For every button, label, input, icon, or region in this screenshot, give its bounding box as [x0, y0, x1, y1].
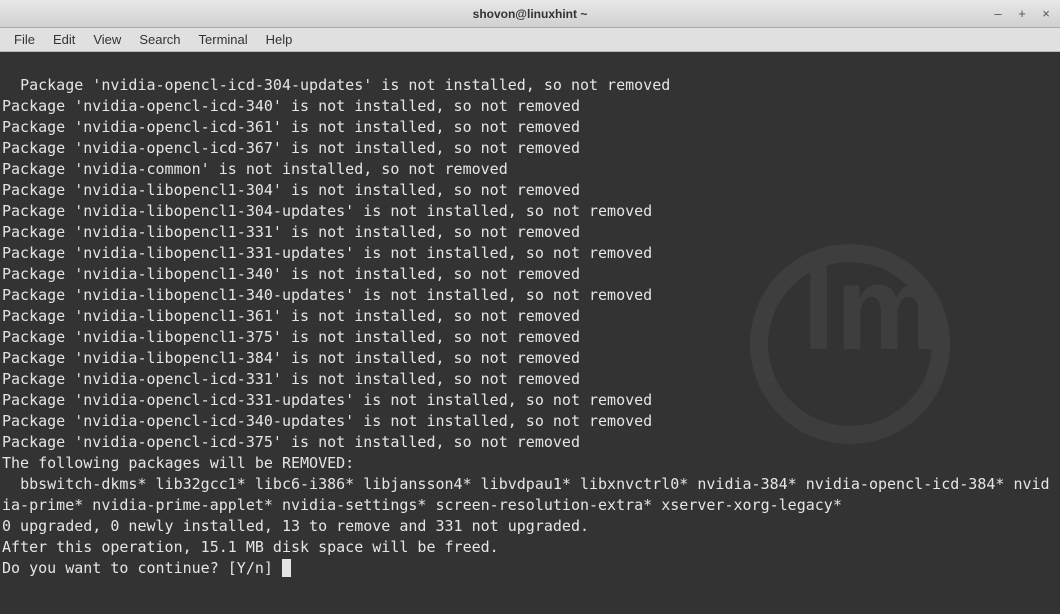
terminal-line: Package 'nvidia-libopencl1-304' is not i… — [2, 181, 580, 199]
menu-help[interactable]: Help — [258, 30, 301, 49]
terminal-output[interactable]: lm Package 'nvidia-opencl-icd-304-update… — [0, 52, 1060, 614]
terminal-line: Package 'nvidia-opencl-icd-331' is not i… — [2, 370, 580, 388]
terminal-line: Package 'nvidia-libopencl1-331' is not i… — [2, 223, 580, 241]
terminal-line: Package 'nvidia-opencl-icd-375' is not i… — [2, 433, 580, 451]
terminal-line: bbswitch-dkms* lib32gcc1* libc6-i386* li… — [2, 475, 1050, 514]
terminal-line: Package 'nvidia-opencl-icd-340' is not i… — [2, 97, 580, 115]
background-logo: lm — [750, 202, 950, 402]
menu-edit[interactable]: Edit — [45, 30, 83, 49]
terminal-line: Package 'nvidia-opencl-icd-367' is not i… — [2, 139, 580, 157]
menubar: File Edit View Search Terminal Help — [0, 28, 1060, 52]
maximize-button[interactable]: + — [1012, 4, 1032, 22]
window-controls: – + × — [988, 4, 1056, 22]
menu-view[interactable]: View — [85, 30, 129, 49]
terminal-line: Package 'nvidia-common' is not installed… — [2, 160, 508, 178]
terminal-line: Package 'nvidia-libopencl1-304-updates' … — [2, 202, 652, 220]
terminal-line: After this operation, 15.1 MB disk space… — [2, 538, 499, 556]
terminal-line: Package 'nvidia-libopencl1-340-updates' … — [2, 286, 652, 304]
titlebar: shovon@linuxhint ~ – + × — [0, 0, 1060, 28]
terminal-line: Package 'nvidia-opencl-icd-304-updates' … — [20, 76, 670, 94]
terminal-line: Package 'nvidia-libopencl1-384' is not i… — [2, 349, 580, 367]
minimize-button[interactable]: – — [988, 4, 1008, 22]
close-button[interactable]: × — [1036, 4, 1056, 22]
terminal-line: Package 'nvidia-opencl-icd-361' is not i… — [2, 118, 580, 136]
terminal-line: Package 'nvidia-libopencl1-340' is not i… — [2, 265, 580, 283]
menu-file[interactable]: File — [6, 30, 43, 49]
terminal-line: The following packages will be REMOVED: — [2, 454, 354, 472]
maximize-icon: + — [1018, 6, 1026, 21]
terminal-prompt-line: Do you want to continue? [Y/n] — [2, 559, 282, 577]
terminal-cursor — [282, 559, 291, 577]
terminal-line: Package 'nvidia-libopencl1-375' is not i… — [2, 328, 580, 346]
menu-terminal[interactable]: Terminal — [191, 30, 256, 49]
terminal-line: Package 'nvidia-opencl-icd-331-updates' … — [2, 391, 652, 409]
minimize-icon: – — [994, 6, 1001, 21]
terminal-line: Package 'nvidia-libopencl1-361' is not i… — [2, 307, 580, 325]
terminal-line: 0 upgraded, 0 newly installed, 13 to rem… — [2, 517, 589, 535]
terminal-line: Package 'nvidia-libopencl1-331-updates' … — [2, 244, 652, 262]
menu-search[interactable]: Search — [131, 30, 188, 49]
window-title: shovon@linuxhint ~ — [473, 7, 588, 21]
close-icon: × — [1042, 6, 1050, 21]
terminal-line: Package 'nvidia-opencl-icd-340-updates' … — [2, 412, 652, 430]
